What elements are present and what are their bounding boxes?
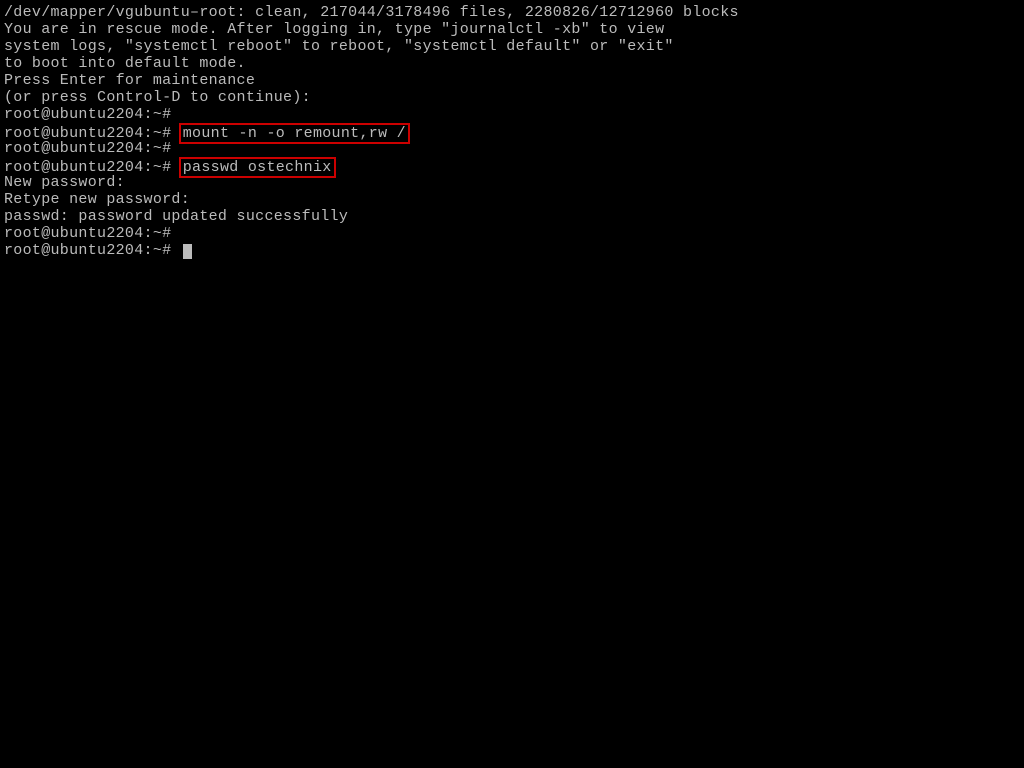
shell-prompt-empty-3: root@ubuntu2204:~# [4,225,1020,242]
terminal[interactable]: /dev/mapper/vgubuntu–root: clean, 217044… [4,4,1020,259]
shell-prompt-empty-1: root@ubuntu2204:~# [4,106,1020,123]
highlighted-passwd-command: passwd ostechnix [179,157,336,178]
passwd-success: passwd: password updated successfully [4,208,1020,225]
maintenance-prompt: Press Enter for maintenance [4,72,1020,89]
shell-prompt: root@ubuntu2204:~# [4,242,181,259]
shell-line-mount: root@ubuntu2204:~# mount -n -o remount,r… [4,123,1020,140]
shell-prompt-empty-2: root@ubuntu2204:~# [4,140,1020,157]
highlighted-mount-command: mount -n -o remount,rw / [179,123,410,144]
fsck-output: /dev/mapper/vgubuntu–root: clean, 217044… [4,4,1020,21]
control-d-hint: (or press Control-D to continue): [4,89,1020,106]
shell-prompt-cursor[interactable]: root@ubuntu2204:~# [4,242,1020,259]
shell-line-passwd: root@ubuntu2204:~# passwd ostechnix [4,157,1020,174]
retype-password-prompt: Retype new password: [4,191,1020,208]
new-password-prompt: New password: [4,174,1020,191]
rescue-message-1: You are in rescue mode. After logging in… [4,21,1020,38]
cursor-icon [183,244,192,259]
rescue-message-2: system logs, "systemctl reboot" to reboo… [4,38,1020,55]
rescue-message-3: to boot into default mode. [4,55,1020,72]
